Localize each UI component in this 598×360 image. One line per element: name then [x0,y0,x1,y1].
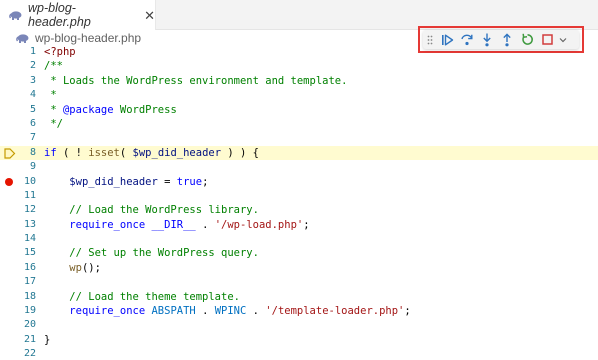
code-text: /** [44,60,63,73]
code-line[interactable]: 15 // Set up the WordPress query. [0,246,598,260]
breadcrumb: wp-blog-header.php [16,30,141,46]
code-line[interactable]: 17 [0,275,598,289]
code-editor[interactable]: 1 <?php 2/** 3 * Loads the WordPress enviro… [0,45,598,360]
line-number: 1 [29,46,36,57]
line-number: 16 [23,261,36,273]
code-line[interactable]: 11 [0,189,598,203]
line-number: 21 [23,333,36,345]
code-line[interactable]: 4 * [0,88,598,102]
code-line[interactable]: 18 // Load the theme template. [0,290,598,304]
line-number: 15 [23,247,36,259]
stop-icon[interactable] [537,30,557,49]
line-number: 10 [23,175,36,187]
code-text: * @package WordPress [44,103,177,116]
drag-grip-icon[interactable] [423,30,437,49]
continue-icon[interactable] [437,30,457,49]
code-text: // Load the theme template. [44,290,240,303]
close-icon[interactable]: ✕ [144,9,155,22]
line-number: 7 [29,132,36,144]
php-elephant-icon [9,10,22,20]
code-line[interactable]: 5 * @package WordPress [0,103,598,117]
line-number: 14 [23,233,36,245]
step-into-icon[interactable] [477,30,497,49]
code-text: } [44,333,51,346]
code-text: // Set up the WordPress query. [44,247,259,260]
breadcrumb-file[interactable]: wp-blog-header.php [35,31,141,45]
code-line[interactable]: 21} [0,333,598,347]
code-line[interactable]: 8 if ( ! isset( $wp_did_header ) ) { [0,145,598,161]
debug-toolbar [423,30,579,49]
code-line[interactable]: 12 // Load the WordPress library. [0,203,598,217]
code-line[interactable]: 16 wp(); [0,261,598,275]
code-text: if ( ! isset( $wp_did_header ) ) { [44,146,259,159]
code-text: * Loads the WordPress environment and te… [44,74,348,87]
code-text: $wp_did_header = true; [69,175,209,188]
code-text: <?php [44,46,76,58]
code-text: */ [44,117,63,130]
line-number: 20 [23,319,36,331]
code-line[interactable]: 13 require_once __DIR__ . '/wp-load.php'… [0,218,598,232]
code-text: require_once ABSPATH . WPINC . '/templat… [69,305,411,318]
line-number: 4 [29,89,36,101]
code-line[interactable]: 22 [0,347,598,360]
line-number: 6 [29,117,36,129]
line-number: 3 [29,74,36,86]
tab-title: wp-blog-header.php [28,1,91,29]
code-line[interactable]: 6 */ [0,117,598,131]
code-line[interactable]: 20 [0,318,598,332]
code-text: require_once __DIR__ . '/wp-load.php'; [69,218,310,231]
chevron-down-icon[interactable] [557,30,569,49]
step-out-icon[interactable] [497,30,517,49]
restart-icon[interactable] [517,30,537,49]
step-over-icon[interactable] [457,30,477,49]
code-line[interactable]: 9 [0,160,598,174]
code-line[interactable]: 3 * Loads the WordPress environment and … [0,74,598,88]
php-elephant-icon [16,33,29,43]
code-line[interactable]: 19 require_once ABSPATH . WPINC . '/temp… [0,304,598,318]
code-line[interactable]: 7 [0,131,598,145]
code-line[interactable]: 14 [0,232,598,246]
line-number: 11 [23,189,36,201]
line-number: 8 [29,146,36,158]
line-number: 2 [29,60,36,72]
code-line[interactable]: 2 /** [0,59,598,73]
line-number: 22 [23,348,36,360]
tab-wp-blog-header[interactable]: wp-blog-header.php ✕ [0,0,156,30]
code-text: * [44,89,57,102]
code-text: // Load the WordPress library. [44,204,259,217]
line-number: 18 [23,290,36,302]
line-number: 12 [23,204,36,216]
line-number: 19 [23,305,36,317]
line-number: 17 [23,276,36,288]
code-line[interactable]: 10 $wp_did_header = true; [0,175,598,189]
line-number: 13 [23,218,36,230]
line-number: 9 [29,161,36,173]
line-number: 5 [29,103,36,115]
code-text: wp(); [69,261,101,274]
